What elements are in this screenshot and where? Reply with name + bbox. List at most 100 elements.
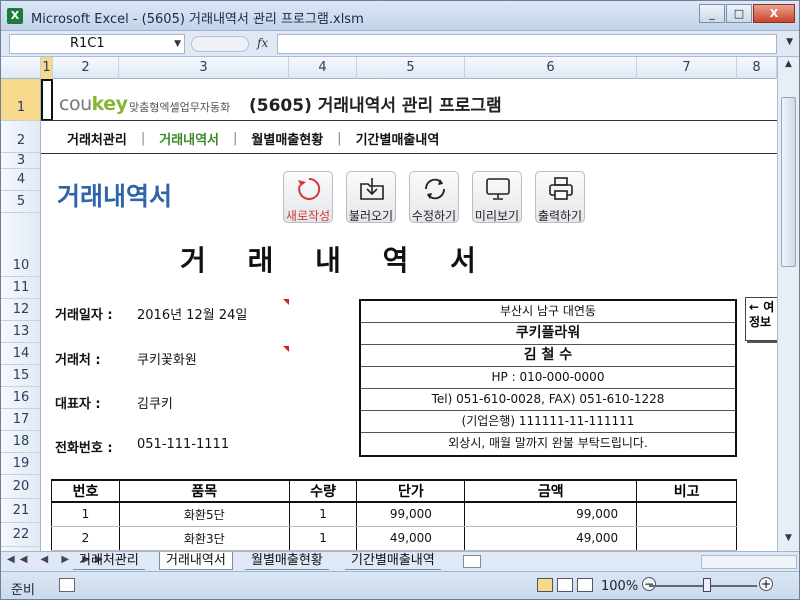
sheet-tab-period[interactable]: 기간별매출내역 — [345, 552, 441, 570]
macro-record-icon[interactable] — [59, 578, 75, 592]
customer-value[interactable]: 쿠키꽃화원 — [137, 349, 197, 368]
zoom-in-button[interactable]: + — [759, 577, 773, 591]
program-title: (5605) 거래내역서 관리 프로그램 — [249, 96, 502, 116]
zoom-slider-handle[interactable] — [703, 578, 711, 592]
active-cell-cursor — [41, 79, 53, 121]
nav-menu: 거래처관리 | 거래내역서 | 월별매출현황 | 기간별매출내역 — [67, 129, 439, 148]
row-header[interactable]: 1 — [1, 79, 40, 121]
cell-amount[interactable]: 49,000 — [464, 526, 638, 551]
row-header[interactable]: 13 — [1, 321, 40, 343]
formula-bar-resize-handle[interactable] — [191, 36, 249, 52]
column-headers: 1 2 3 4 5 6 7 8 — [1, 57, 799, 79]
row-header[interactable]: 21 — [1, 499, 40, 523]
sheet-tab-statement[interactable]: 거래내역서 — [159, 552, 233, 570]
row-header[interactable]: 22 — [1, 523, 40, 547]
row-header[interactable]: 19 — [1, 453, 40, 475]
divider — [41, 153, 777, 154]
row-header[interactable]: 17 — [1, 409, 40, 431]
column-header[interactable]: 5 — [357, 57, 465, 79]
vertical-scrollbar[interactable]: ▲ ▼ — [777, 57, 799, 551]
cell-item[interactable]: 화환3단 — [118, 526, 290, 551]
row-header[interactable]: 11 — [1, 277, 40, 299]
page-break-view-icon[interactable] — [577, 578, 593, 592]
expand-formula-bar-icon[interactable]: ▼ — [786, 37, 793, 47]
chevron-down-icon[interactable]: ▼ — [174, 35, 181, 53]
column-header[interactable]: 6 — [465, 57, 637, 79]
column-header[interactable]: 7 — [637, 57, 737, 79]
window-title: Microsoft Excel - (5605) 거래내역서 관리 프로그램.x… — [31, 12, 364, 27]
memo-callout[interactable]: ← 여 정보 — [745, 297, 777, 341]
maximize-button[interactable]: □ — [726, 4, 752, 23]
name-box[interactable]: R1C1 ▼ — [9, 34, 185, 54]
normal-view-icon[interactable] — [537, 578, 553, 592]
cell-qty[interactable]: 1 — [288, 502, 358, 527]
cell-no[interactable]: 2 — [51, 526, 120, 551]
trade-date-value[interactable]: 2016년 12월 24일 — [137, 304, 247, 323]
cell-amount[interactable]: 99,000 — [464, 502, 638, 527]
supplier-tel-fax[interactable]: Tel) 051-610-0028, FAX) 051-610-1228 — [361, 389, 735, 411]
nav-item-statement[interactable]: 거래내역서 — [159, 129, 219, 148]
row-header[interactable]: 2 — [1, 121, 40, 153]
sheet-tabs-bar: ◀◀ ◀ ▶ ▶▶ 거래처관리 거래내역서 월별매출현황 기간별매출내역 — [1, 551, 799, 571]
row-header[interactable]: 4 — [1, 169, 40, 191]
insert-function-button[interactable]: fx — [257, 36, 268, 50]
row-header[interactable]: 16 — [1, 387, 40, 409]
page-layout-view-icon[interactable] — [557, 578, 573, 592]
cell-unit-price[interactable]: 49,000 — [356, 526, 466, 551]
sheet-tab-customer[interactable]: 거래처관리 — [73, 552, 145, 570]
row-header[interactable]: 15 — [1, 365, 40, 387]
edit-button-label: 수정하기 — [411, 209, 457, 223]
nav-item-monthly-sales[interactable]: 월별매출현황 — [251, 129, 323, 148]
nav-item-customer[interactable]: 거래처관리 — [67, 129, 127, 148]
column-header[interactable]: 8 — [737, 57, 777, 79]
printer-icon — [549, 177, 573, 200]
row-header[interactable]: 12 — [1, 299, 40, 321]
supplier-note[interactable]: 외상시, 매월 말까지 완불 부탁드립니다. — [361, 433, 735, 455]
cell-no[interactable]: 1 — [51, 502, 120, 527]
insert-sheet-icon[interactable] — [463, 555, 481, 568]
minimize-button[interactable]: _ — [699, 4, 725, 23]
representative-value[interactable]: 김쿠키 — [137, 393, 173, 412]
worksheet[interactable]: coukey 맞춤형엑셀업무자동화 (5605) 거래내역서 관리 프로그램 거… — [41, 79, 777, 551]
row-headers: 1 2 3 4 5 10 11 12 13 14 15 16 17 18 19 … — [1, 79, 41, 551]
close-button[interactable]: X — [753, 4, 795, 23]
nav-item-period-sales[interactable]: 기간별매출내역 — [356, 129, 440, 148]
row-header[interactable]: 18 — [1, 431, 40, 453]
cell-unit-price[interactable]: 99,000 — [356, 502, 466, 527]
supplier-bank[interactable]: (기업은행) 111111-11-111111 — [361, 411, 735, 433]
supplier-address[interactable]: 부산시 남구 대연동 — [361, 301, 735, 323]
supplier-hp[interactable]: HP : 010-000-0000 — [361, 367, 735, 389]
page-heading: 거래내역서 — [57, 182, 173, 211]
scroll-down-icon[interactable]: ▼ — [778, 533, 799, 549]
sync-icon — [425, 178, 445, 200]
formula-input[interactable] — [277, 34, 777, 54]
row-header[interactable]: 3 — [1, 153, 40, 169]
row-header[interactable]: 14 — [1, 343, 40, 365]
refresh-red-icon — [298, 177, 321, 200]
column-header[interactable]: 4 — [289, 57, 357, 79]
sheet-tab-monthly[interactable]: 월별매출현황 — [245, 552, 329, 570]
cell-item[interactable]: 화환5단 — [118, 502, 290, 527]
horizontal-scrollbar[interactable] — [701, 555, 797, 569]
zoom-out-button[interactable]: − — [642, 577, 656, 591]
scroll-thumb[interactable] — [781, 97, 796, 267]
zoom-level[interactable]: 100% — [601, 579, 638, 594]
header-unit-price: 단가 — [356, 479, 466, 503]
excel-app-icon[interactable]: X — [7, 8, 23, 24]
cell-remark[interactable] — [636, 502, 737, 527]
row-header[interactable]: 10 — [1, 213, 40, 277]
column-header[interactable]: 1 — [41, 57, 53, 79]
cell-remark[interactable] — [636, 526, 737, 551]
cell-qty[interactable]: 1 — [288, 526, 358, 551]
phone-value[interactable]: 051-111-1111 — [137, 437, 229, 452]
status-ready: 준비 — [11, 583, 35, 598]
excel-window: X Microsoft Excel - (5605) 거래내역서 관리 프로그램… — [0, 0, 800, 600]
scroll-up-icon[interactable]: ▲ — [778, 59, 799, 75]
column-header[interactable]: 3 — [119, 57, 289, 79]
column-header[interactable]: 2 — [53, 57, 119, 79]
select-all-corner[interactable] — [1, 57, 41, 79]
row-header[interactable]: 5 — [1, 191, 40, 213]
supplier-owner[interactable]: 김 철 수 — [361, 345, 735, 367]
supplier-company[interactable]: 쿠키플라워 — [361, 323, 735, 345]
row-header[interactable]: 20 — [1, 475, 40, 499]
